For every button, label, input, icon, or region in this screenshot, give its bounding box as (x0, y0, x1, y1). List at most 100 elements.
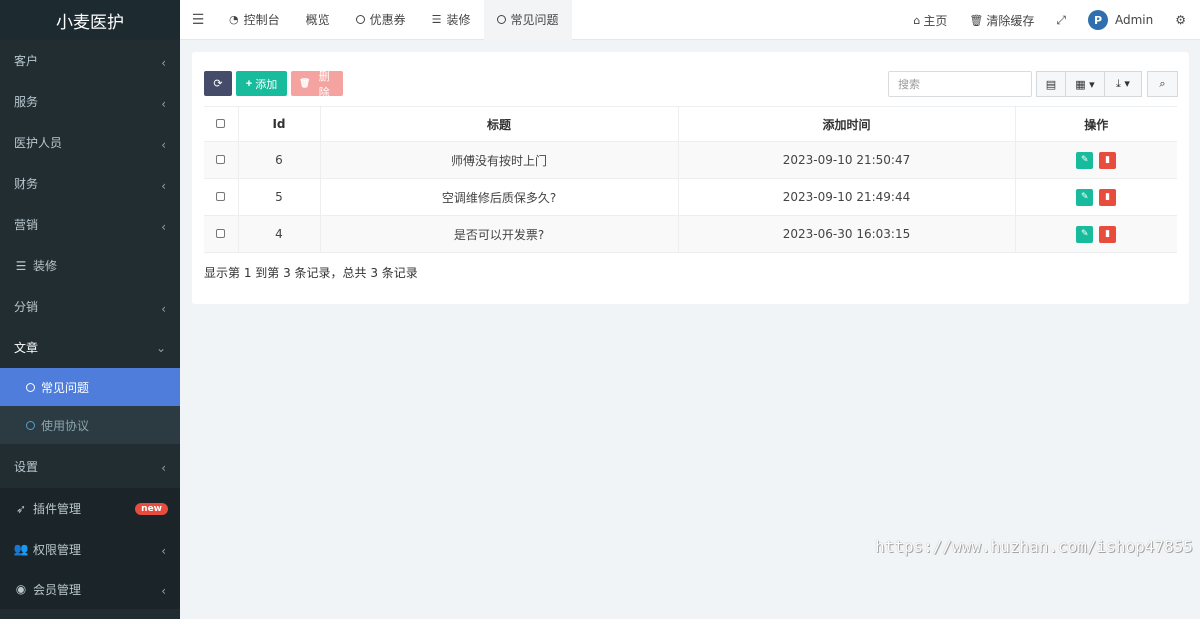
cell-actions: ✎ ▮ (1015, 215, 1177, 253)
sidebar-item-service[interactable]: 服务 ‹ (0, 81, 180, 122)
search-icon: ⌕ (1159, 77, 1166, 90)
refresh-button[interactable]: ⟳ (204, 71, 232, 96)
sidebar-subitem-faq[interactable]: 常见问题 (0, 368, 180, 406)
cell-id: 5 (238, 178, 321, 216)
pencil-icon: ✎ (1081, 229, 1089, 240)
chevron-left-icon: ‹ (161, 584, 166, 599)
column-header-time[interactable]: 添加时间 (678, 106, 1016, 142)
table-view-button[interactable]: ▤ (1036, 71, 1066, 97)
chevron-left-icon: ‹ (161, 96, 166, 111)
sidebar-subitem-agreement[interactable]: 使用协议 (0, 406, 180, 444)
sidebar-item-staff[interactable]: 医护人员 ‹ (0, 122, 180, 163)
sidebar-item-label: 会员管理 (33, 582, 82, 597)
data-table: Id 标题 添加时间 操作 6 师傅没有按时上门 2023-09-10 21:5… (204, 106, 1177, 253)
pencil-icon: ✎ (1081, 192, 1089, 203)
column-header-actions: 操作 (1015, 106, 1177, 142)
fullscreen-button[interactable]: ⤢ (1045, 13, 1077, 28)
brand-logo[interactable]: 小麦医护 (0, 0, 180, 40)
sidebar-item-label: 医护人员 (14, 136, 63, 150)
row-checkbox[interactable] (216, 155, 226, 164)
add-button[interactable]: + 添加 (236, 71, 287, 96)
edit-button[interactable]: ✎ (1076, 225, 1094, 243)
delete-row-button[interactable]: ▮ (1099, 188, 1117, 206)
select-all-checkbox[interactable] (216, 119, 226, 128)
tab-dashboard[interactable]: ◔ 控制台 (216, 0, 293, 40)
top-header: ☰ ◔ 控制台 概览 优惠券 ☰ 装修 常见问题 ⌂ 主页 🗑 清除缓存 ⤢ P… (180, 0, 1200, 40)
columns-button[interactable]: ▦ ▾ (1065, 71, 1105, 97)
export-icon: ⤓ ▾ (1116, 77, 1130, 90)
chevron-left-icon: ‹ (161, 461, 166, 476)
grid-icon: ▦ ▾ (1075, 77, 1095, 91)
watermark: https://www.huzhan.com/ishop47855 (875, 537, 1193, 556)
table-row: 6 师傅没有按时上门 2023-09-10 21:50:47 ✎ ▮ (204, 141, 1177, 179)
edit-button[interactable]: ✎ (1076, 188, 1094, 206)
chevron-left-icon: ‹ (161, 55, 166, 70)
sidebar-item-label: 财务 (14, 177, 39, 191)
tab-decoration[interactable]: ☰ 装修 (419, 0, 484, 40)
trash-icon: 🗑 (299, 78, 311, 88)
sidebar-submenu-article: 常见问题 使用协议 (0, 368, 180, 444)
users-icon: 👥 (13, 542, 29, 556)
circle-icon (26, 382, 35, 392)
refresh-icon: ⟳ (213, 78, 223, 90)
sidebar-item-label: 权限管理 (33, 542, 82, 557)
user-menu[interactable]: P Admin (1077, 10, 1164, 30)
select-all-cell (204, 106, 239, 142)
sidebar-item-plugins[interactable]: ➶ 插件管理 new (0, 488, 180, 529)
chevron-left-icon: ‹ (161, 137, 166, 152)
add-label: 添加 (255, 78, 278, 91)
tab-faq[interactable]: 常见问题 (483, 0, 572, 40)
edit-button[interactable]: ✎ (1076, 151, 1094, 169)
cell-id: 6 (238, 141, 321, 179)
sidebar-item-label: 插件管理 (33, 502, 82, 516)
home-label: 主页 (923, 13, 948, 28)
circle-icon (26, 420, 35, 430)
delete-row-button[interactable]: ▮ (1099, 225, 1117, 243)
menu-toggle-icon[interactable]: ☰ (180, 12, 216, 28)
sidebar-item-settings[interactable]: 设置 ‹ (0, 444, 180, 488)
row-select-cell (204, 141, 239, 179)
row-checkbox[interactable] (216, 192, 226, 201)
column-header-id[interactable]: Id (238, 106, 321, 142)
cell-title: 是否可以开发票? (320, 215, 679, 253)
sidebar-item-members[interactable]: ◉ 会员管理 ‹ (0, 569, 180, 609)
circle-icon (496, 15, 506, 24)
sidebar-item-label: 分销 (14, 300, 39, 314)
tab-label: 概览 (305, 13, 330, 27)
sidebar-item-customer[interactable]: 客户 ‹ (0, 40, 180, 81)
table-icon: ▤ (1045, 77, 1057, 91)
export-button[interactable]: ⤓ ▾ (1104, 71, 1142, 97)
sidebar-item-label: 文章 (14, 341, 39, 355)
trash-icon: ▮ (1105, 155, 1111, 166)
home-link[interactable]: ⌂ 主页 (902, 12, 958, 29)
chevron-left-icon: ‹ (161, 178, 166, 193)
tab-overview[interactable]: 概览 (293, 0, 343, 40)
delete-button[interactable]: 🗑 删除 (291, 71, 343, 99)
delete-label: 删除 (318, 70, 330, 99)
clear-cache-label: 清除缓存 (986, 13, 1035, 28)
sidebar-item-label: 客户 (14, 54, 39, 68)
sidebar-item-finance[interactable]: 财务 ‹ (0, 163, 180, 204)
circle-icon (355, 15, 365, 24)
sidebar-item-distribution[interactable]: 分销 ‹ (0, 286, 180, 327)
column-header-title[interactable]: 标题 (320, 106, 679, 142)
list-icon: ☰ (15, 258, 27, 273)
sidebar-item-marketing[interactable]: 营销 ‹ (0, 204, 180, 245)
sidebar: 小麦医护 客户 ‹ 服务 ‹ 医护人员 ‹ 财务 ‹ 营销 ‹ ☰ 装修 分销 … (0, 0, 180, 619)
sidebar-item-permissions[interactable]: 👥 权限管理 ‹ (0, 529, 180, 569)
cell-actions: ✎ ▮ (1015, 141, 1177, 179)
user-circle-icon: ◉ (15, 582, 27, 596)
tab-coupons[interactable]: 优惠券 (343, 0, 419, 40)
tab-label: 优惠券 (369, 13, 406, 27)
tab-label: 装修 (446, 13, 471, 27)
search-input[interactable]: 搜索 (888, 71, 1032, 97)
delete-row-button[interactable]: ▮ (1099, 151, 1117, 169)
settings-button[interactable]: ⚙ (1164, 13, 1200, 27)
search-button[interactable]: ⌕ (1147, 71, 1178, 97)
row-checkbox[interactable] (216, 229, 226, 238)
clear-cache-button[interactable]: 🗑 清除缓存 (958, 12, 1045, 29)
chevron-left-icon: ‹ (161, 544, 166, 559)
sidebar-item-article[interactable]: 文章 ⌄ (0, 327, 180, 368)
cell-title: 师傅没有按时上门 (320, 141, 679, 179)
sidebar-item-decoration[interactable]: ☰ 装修 (0, 245, 180, 286)
